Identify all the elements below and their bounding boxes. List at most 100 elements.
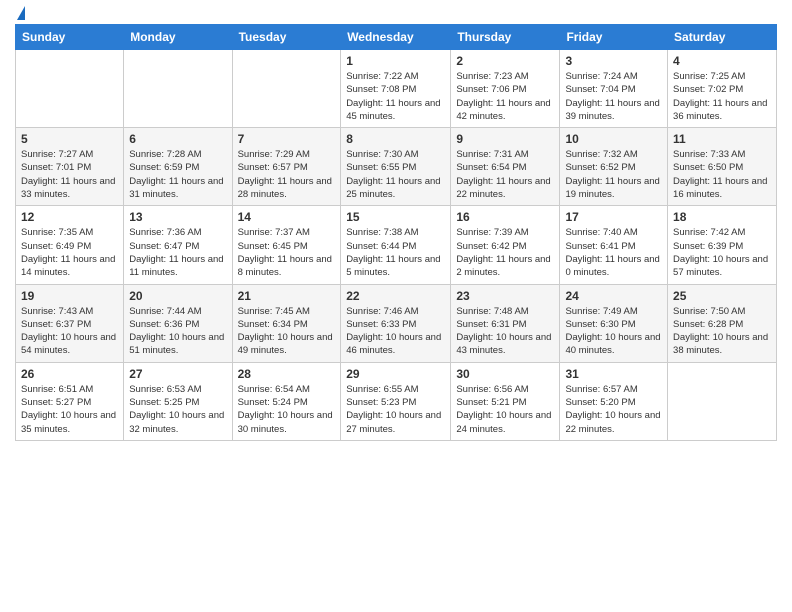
day-info: Sunrise: 7:48 AM Sunset: 6:31 PM Dayligh… <box>456 305 554 358</box>
calendar-cell: 4 Sunrise: 7:25 AM Sunset: 7:02 PM Daylig… <box>668 50 777 128</box>
weekday-header-thursday: Thursday <box>451 25 560 50</box>
day-info: Sunrise: 7:38 AM Sunset: 6:44 PM Dayligh… <box>346 226 445 279</box>
calendar-cell <box>232 50 341 128</box>
page: SundayMondayTuesdayWednesdayThursdayFrid… <box>0 0 792 612</box>
day-info: Sunrise: 7:33 AM Sunset: 6:50 PM Dayligh… <box>673 148 771 201</box>
day-number: 8 <box>346 132 445 146</box>
day-number: 17 <box>565 210 662 224</box>
day-number: 2 <box>456 54 554 68</box>
calendar-cell: 6 Sunrise: 7:28 AM Sunset: 6:59 PM Daylig… <box>124 128 232 206</box>
calendar-cell: 23 Sunrise: 7:48 AM Sunset: 6:31 PM Dayli… <box>451 284 560 362</box>
calendar-cell: 13 Sunrise: 7:36 AM Sunset: 6:47 PM Dayli… <box>124 206 232 284</box>
header <box>15 10 777 16</box>
day-info: Sunrise: 7:32 AM Sunset: 6:52 PM Dayligh… <box>565 148 662 201</box>
calendar-cell: 29 Sunrise: 6:55 AM Sunset: 5:23 PM Dayli… <box>341 362 451 440</box>
day-info: Sunrise: 7:25 AM Sunset: 7:02 PM Dayligh… <box>673 70 771 123</box>
weekday-header-saturday: Saturday <box>668 25 777 50</box>
calendar-cell: 20 Sunrise: 7:44 AM Sunset: 6:36 PM Dayli… <box>124 284 232 362</box>
calendar-cell: 16Sunrise: 7:39 AM Sunset: 6:42 PM Dayli… <box>451 206 560 284</box>
day-number: 23 <box>456 289 554 303</box>
day-info: Sunrise: 7:44 AM Sunset: 6:36 PM Dayligh… <box>129 305 226 358</box>
calendar-cell: 12Sunrise: 7:35 AM Sunset: 6:49 PM Dayli… <box>16 206 124 284</box>
calendar-cell: 18Sunrise: 7:42 AM Sunset: 6:39 PM Dayli… <box>668 206 777 284</box>
logo-triangle-icon <box>17 6 25 20</box>
day-info: Sunrise: 7:28 AM Sunset: 6:59 PM Dayligh… <box>129 148 226 201</box>
calendar-cell: 17Sunrise: 7:40 AM Sunset: 6:41 PM Dayli… <box>560 206 668 284</box>
calendar-week-row: 1 Sunrise: 7:22 AM Sunset: 7:08 PM Daylig… <box>16 50 777 128</box>
day-number: 30 <box>456 367 554 381</box>
calendar-cell: 24 Sunrise: 7:49 AM Sunset: 6:30 PM Dayli… <box>560 284 668 362</box>
calendar-table: SundayMondayTuesdayWednesdayThursdayFrid… <box>15 24 777 441</box>
day-number: 9 <box>456 132 554 146</box>
day-number: 13 <box>129 210 226 224</box>
calendar-cell: 26 Sunrise: 6:51 AM Sunset: 5:27 PM Dayli… <box>16 362 124 440</box>
calendar-cell: 21 Sunrise: 7:45 AM Sunset: 6:34 PM Dayli… <box>232 284 341 362</box>
calendar-cell: 28 Sunrise: 6:54 AM Sunset: 5:24 PM Dayli… <box>232 362 341 440</box>
day-number: 31 <box>565 367 662 381</box>
day-info: Sunrise: 7:37 AM Sunset: 6:45 PM Dayligh… <box>238 226 336 279</box>
calendar-header-row: SundayMondayTuesdayWednesdayThursdayFrid… <box>16 25 777 50</box>
calendar-cell: 27 Sunrise: 6:53 AM Sunset: 5:25 PM Dayli… <box>124 362 232 440</box>
day-info: Sunrise: 7:27 AM Sunset: 7:01 PM Dayligh… <box>21 148 118 201</box>
day-number: 26 <box>21 367 118 381</box>
day-info: Sunrise: 6:55 AM Sunset: 5:23 PM Dayligh… <box>346 383 445 436</box>
day-number: 11 <box>673 132 771 146</box>
day-number: 10 <box>565 132 662 146</box>
calendar-cell: 7 Sunrise: 7:29 AM Sunset: 6:57 PM Daylig… <box>232 128 341 206</box>
calendar-week-row: 19 Sunrise: 7:43 AM Sunset: 6:37 PM Dayli… <box>16 284 777 362</box>
day-number: 1 <box>346 54 445 68</box>
day-number: 22 <box>346 289 445 303</box>
calendar-cell: 9 Sunrise: 7:31 AM Sunset: 6:54 PM Daylig… <box>451 128 560 206</box>
calendar-week-row: 5 Sunrise: 7:27 AM Sunset: 7:01 PM Daylig… <box>16 128 777 206</box>
logo-text <box>15 10 25 20</box>
logo <box>15 10 25 16</box>
calendar-cell <box>16 50 124 128</box>
calendar-week-row: 26 Sunrise: 6:51 AM Sunset: 5:27 PM Dayli… <box>16 362 777 440</box>
day-info: Sunrise: 7:29 AM Sunset: 6:57 PM Dayligh… <box>238 148 336 201</box>
calendar-cell <box>668 362 777 440</box>
day-info: Sunrise: 7:43 AM Sunset: 6:37 PM Dayligh… <box>21 305 118 358</box>
calendar-cell: 14 Sunrise: 7:37 AM Sunset: 6:45 PM Dayli… <box>232 206 341 284</box>
day-info: Sunrise: 7:30 AM Sunset: 6:55 PM Dayligh… <box>346 148 445 201</box>
day-number: 7 <box>238 132 336 146</box>
day-number: 16 <box>456 210 554 224</box>
day-info: Sunrise: 7:46 AM Sunset: 6:33 PM Dayligh… <box>346 305 445 358</box>
weekday-header-sunday: Sunday <box>16 25 124 50</box>
day-info: Sunrise: 6:54 AM Sunset: 5:24 PM Dayligh… <box>238 383 336 436</box>
day-number: 19 <box>21 289 118 303</box>
day-info: Sunrise: 7:49 AM Sunset: 6:30 PM Dayligh… <box>565 305 662 358</box>
day-number: 24 <box>565 289 662 303</box>
day-number: 5 <box>21 132 118 146</box>
calendar-cell: 1 Sunrise: 7:22 AM Sunset: 7:08 PM Daylig… <box>341 50 451 128</box>
day-info: Sunrise: 6:56 AM Sunset: 5:21 PM Dayligh… <box>456 383 554 436</box>
weekday-header-monday: Monday <box>124 25 232 50</box>
weekday-header-wednesday: Wednesday <box>341 25 451 50</box>
day-number: 15 <box>346 210 445 224</box>
day-info: Sunrise: 7:31 AM Sunset: 6:54 PM Dayligh… <box>456 148 554 201</box>
day-info: Sunrise: 7:50 AM Sunset: 6:28 PM Dayligh… <box>673 305 771 358</box>
day-number: 20 <box>129 289 226 303</box>
weekday-header-tuesday: Tuesday <box>232 25 341 50</box>
day-number: 3 <box>565 54 662 68</box>
calendar-cell: 5 Sunrise: 7:27 AM Sunset: 7:01 PM Daylig… <box>16 128 124 206</box>
calendar-cell: 3 Sunrise: 7:24 AM Sunset: 7:04 PM Daylig… <box>560 50 668 128</box>
day-number: 27 <box>129 367 226 381</box>
day-info: Sunrise: 7:22 AM Sunset: 7:08 PM Dayligh… <box>346 70 445 123</box>
day-info: Sunrise: 7:36 AM Sunset: 6:47 PM Dayligh… <box>129 226 226 279</box>
day-info: Sunrise: 7:24 AM Sunset: 7:04 PM Dayligh… <box>565 70 662 123</box>
day-number: 29 <box>346 367 445 381</box>
calendar-cell: 10 Sunrise: 7:32 AM Sunset: 6:52 PM Dayli… <box>560 128 668 206</box>
day-number: 21 <box>238 289 336 303</box>
day-number: 6 <box>129 132 226 146</box>
day-info: Sunrise: 6:53 AM Sunset: 5:25 PM Dayligh… <box>129 383 226 436</box>
calendar-cell: 30 Sunrise: 6:56 AM Sunset: 5:21 PM Dayli… <box>451 362 560 440</box>
day-number: 28 <box>238 367 336 381</box>
day-number: 14 <box>238 210 336 224</box>
calendar-cell: 2Sunrise: 7:23 AM Sunset: 7:06 PM Daylig… <box>451 50 560 128</box>
calendar-cell <box>124 50 232 128</box>
calendar-cell: 31Sunrise: 6:57 AM Sunset: 5:20 PM Dayli… <box>560 362 668 440</box>
day-info: Sunrise: 6:51 AM Sunset: 5:27 PM Dayligh… <box>21 383 118 436</box>
day-info: Sunrise: 7:45 AM Sunset: 6:34 PM Dayligh… <box>238 305 336 358</box>
day-number: 4 <box>673 54 771 68</box>
day-number: 25 <box>673 289 771 303</box>
